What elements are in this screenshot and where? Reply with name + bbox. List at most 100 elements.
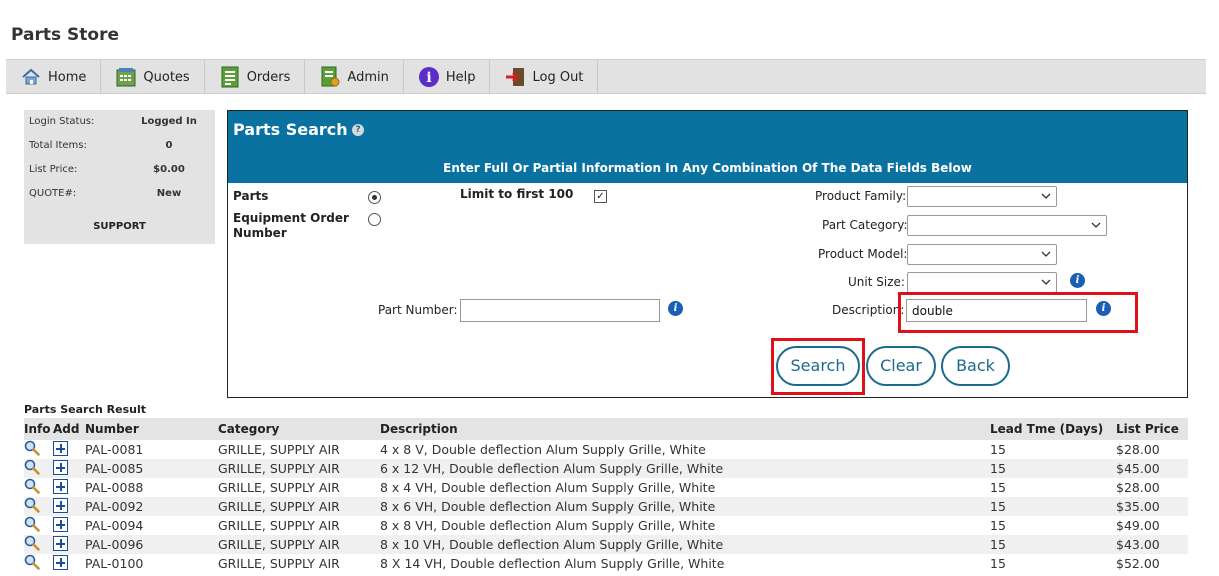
nav-logout[interactable]: Log Out [490, 60, 599, 94]
part-number-cell: PAL-0094 [85, 518, 144, 533]
part-number-cell: PAL-0081 [85, 442, 144, 457]
nav-quotes[interactable]: Quotes [101, 60, 205, 94]
add-plus-icon[interactable] [53, 440, 68, 456]
header-lead-time: Lead Tme (Days) [990, 422, 1104, 436]
status-label: List Price: [29, 164, 78, 175]
unit-size-info-icon[interactable]: i [1070, 273, 1085, 288]
list-price-cell: $49.00 [1116, 518, 1160, 533]
status-label: Total Items: [29, 140, 87, 151]
nav-home-label: Home [48, 69, 87, 85]
status-value: $0.00 [153, 164, 185, 175]
magnifier-icon[interactable] [24, 440, 40, 456]
login-status-panel: Login Status: Logged In Total Items: 0 L… [24, 110, 215, 244]
part-number-cell: PAL-0088 [85, 480, 144, 495]
product-family-label: Product Family: [815, 189, 907, 203]
category-cell: GRILLE, SUPPLY AIR [218, 518, 340, 533]
logout-icon [504, 66, 526, 88]
status-login: Login Status: Logged In [29, 116, 209, 127]
description-cell: 8 x 6 VH, Double deflection Alum Supply … [380, 499, 716, 514]
table-row: PAL-0088 GRILLE, SUPPLY AIR 8 x 4 VH, Doub… [24, 478, 1188, 497]
magnifier-icon[interactable] [24, 459, 40, 475]
clear-button[interactable]: Clear [866, 346, 936, 386]
table-row: PAL-0096 GRILLE, SUPPLY AIR 8 x 10 VH, Dou… [24, 535, 1188, 554]
part-number-input[interactable] [460, 299, 660, 322]
parts-radio[interactable] [368, 191, 381, 204]
status-label: QUOTE#: [29, 188, 77, 199]
back-button[interactable]: Back [941, 346, 1010, 386]
nav-help-label: Help [445, 69, 476, 85]
description-cell: 8 x 4 VH, Double deflection Alum Supply … [380, 480, 716, 495]
nav-home[interactable]: Home [6, 60, 102, 94]
home-icon [20, 66, 42, 88]
nav-orders[interactable]: Orders [205, 60, 306, 94]
part-number-cell: PAL-0096 [85, 537, 144, 552]
limit-checkbox-label: Limit to first 100 [460, 187, 574, 201]
lead-time-cell: 15 [990, 499, 1006, 514]
lead-time-cell: 15 [990, 442, 1006, 457]
status-value: Logged In [141, 116, 197, 127]
category-cell: GRILLE, SUPPLY AIR [218, 556, 340, 571]
add-plus-icon[interactable] [53, 535, 68, 551]
lead-time-cell: 15 [990, 537, 1006, 552]
product-model-select[interactable] [907, 244, 1057, 265]
equipment-radio-label-line1: Equipment Order [233, 211, 349, 225]
app-title: Parts Store [11, 25, 119, 45]
lead-time-cell: 15 [990, 518, 1006, 533]
add-plus-icon[interactable] [53, 497, 68, 513]
quotes-icon [115, 66, 137, 88]
add-plus-icon[interactable] [53, 516, 68, 532]
equipment-radio-label-line2: Number [233, 226, 287, 240]
status-quote: QUOTE#: New [29, 188, 209, 199]
lead-time-cell: 15 [990, 480, 1006, 495]
description-highlight-box [898, 292, 1138, 333]
help-question-icon[interactable]: ? [352, 124, 364, 136]
part-number-info-icon[interactable]: i [668, 301, 683, 316]
parts-search-header: Parts Search ? Enter Full Or Partial Inf… [228, 111, 1187, 183]
parts-radio-label: Parts [233, 189, 269, 203]
list-price-cell: $35.00 [1116, 499, 1160, 514]
magnifier-icon[interactable] [24, 497, 40, 513]
equipment-order-radio[interactable] [368, 213, 381, 226]
add-plus-icon[interactable] [53, 478, 68, 494]
product-family-select[interactable] [907, 186, 1057, 207]
status-list-price: List Price: $0.00 [29, 164, 209, 175]
header-info: Info [24, 422, 51, 436]
category-cell: GRILLE, SUPPLY AIR [218, 480, 340, 495]
parts-search-instructions: Enter Full Or Partial Information In Any… [443, 161, 972, 175]
status-total-items: Total Items: 0 [29, 140, 209, 151]
magnifier-icon[interactable] [24, 478, 40, 494]
nav-admin[interactable]: Admin [305, 60, 404, 94]
description-cell: 6 x 12 VH, Double deflection Alum Supply… [380, 461, 724, 476]
nav-logout-label: Log Out [532, 69, 584, 85]
limit-checkbox[interactable]: ✓ [594, 190, 607, 203]
chevron-down-icon [1091, 222, 1101, 228]
add-plus-icon[interactable] [53, 554, 68, 570]
magnifier-icon[interactable] [24, 516, 40, 532]
support-link[interactable]: SUPPORT [24, 221, 215, 232]
table-row: PAL-0092 GRILLE, SUPPLY AIR 8 x 6 VH, Doub… [24, 497, 1188, 516]
results-title: Parts Search Result [24, 403, 146, 416]
part-category-select[interactable] [907, 215, 1107, 236]
add-plus-icon[interactable] [53, 459, 68, 475]
lead-time-cell: 15 [990, 461, 1006, 476]
status-value: New [156, 188, 182, 199]
magnifier-icon[interactable] [24, 554, 40, 570]
svg-text:i: i [426, 70, 431, 86]
nav-help[interactable]: i Help [404, 60, 491, 94]
header-list-price: List Price [1116, 422, 1179, 436]
status-value: 0 [165, 140, 173, 151]
unit-size-label: Unit Size: [848, 275, 905, 289]
chevron-down-icon [1041, 279, 1051, 285]
nav-admin-label: Admin [347, 69, 389, 85]
table-row: PAL-0094 GRILLE, SUPPLY AIR 8 x 8 VH, Doub… [24, 516, 1188, 535]
help-icon: i [418, 66, 440, 88]
unit-size-select[interactable] [907, 272, 1057, 293]
description-label: Description: [832, 303, 905, 317]
nav-orders-label: Orders [246, 69, 291, 85]
product-model-label: Product Model: [818, 247, 908, 261]
part-category-label: Part Category: [822, 218, 908, 232]
list-price-cell: $28.00 [1116, 442, 1160, 457]
orders-icon [219, 66, 241, 88]
description-cell: 8 x 8 VH, Double deflection Alum Supply … [380, 518, 716, 533]
magnifier-icon[interactable] [24, 535, 40, 551]
